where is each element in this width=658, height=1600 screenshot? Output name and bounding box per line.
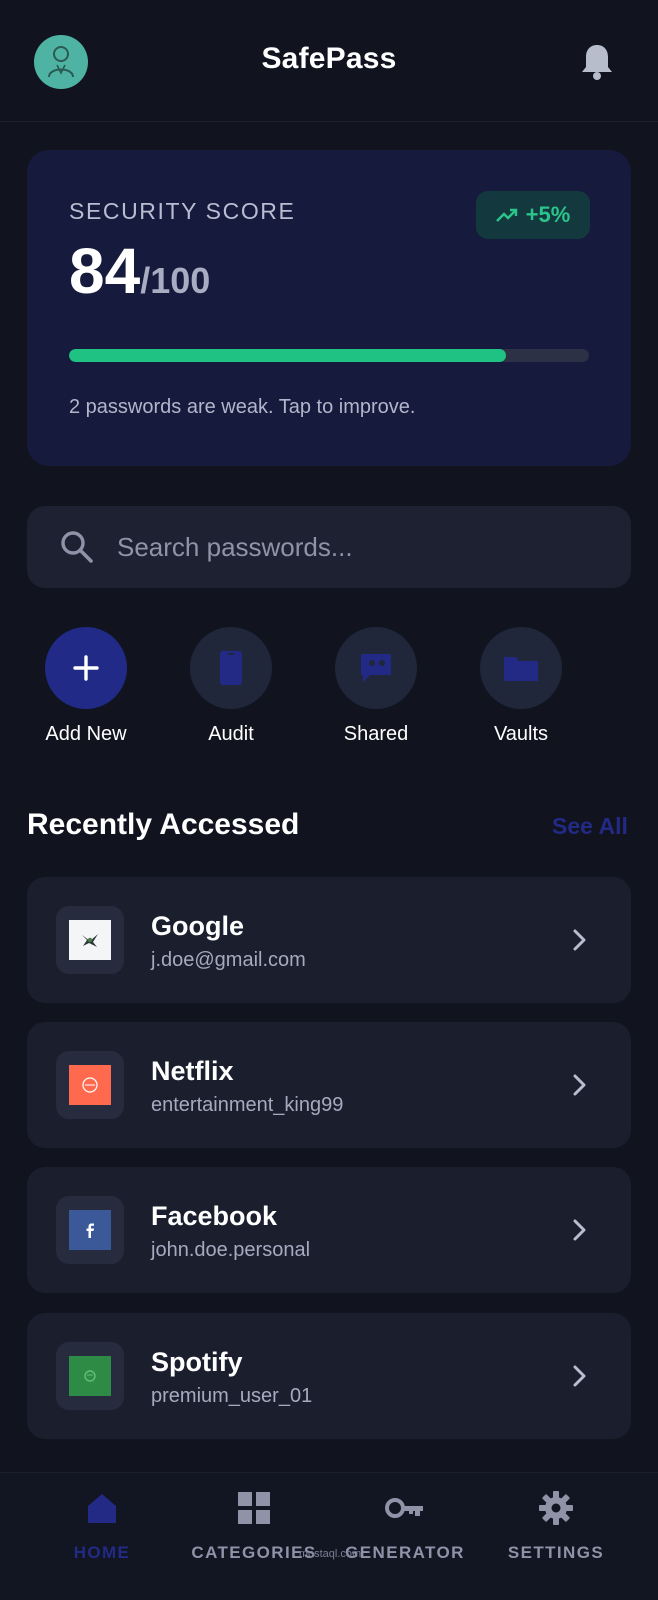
add-new-label: Add New [45,723,127,745]
score-number: 84 [69,235,141,307]
entry-username: entertainment_king99 [151,1094,344,1116]
password-entry-google[interactable]: Google j.doe@gmail.com [27,877,631,1003]
entry-username: john.doe.personal [151,1239,311,1261]
bell-icon[interactable] [580,42,614,80]
watermark: mostaql.com [298,1548,362,1560]
security-progress-bar [69,349,589,362]
netflix-mark-icon [82,1077,98,1093]
google-mark-icon [82,934,98,947]
security-score-card[interactable]: SECURITY SCORE 84/100 +5% 2 passwords ar… [27,150,631,466]
chevron-right-icon [573,1219,586,1241]
app-header: SafePass [0,0,658,122]
recently-accessed-title: Recently Accessed [27,808,300,841]
netflix-logo-tile [69,1065,111,1105]
trend-badge: +5% [476,191,590,239]
password-entry-facebook[interactable]: Facebook john.doe.personal [27,1167,631,1293]
shared-label: Shared [343,723,409,745]
vaults-action[interactable]: Vaults [451,627,591,746]
entry-username: j.doe@gmail.com [151,949,306,971]
home-icon [88,1494,116,1523]
search-icon [61,531,93,563]
entry-name: Facebook [151,1201,278,1231]
audit-label: Audit [208,723,254,745]
shared-button[interactable] [335,627,417,709]
grid-icon [238,1492,270,1524]
facebook-f-icon [86,1223,94,1238]
entry-username: premium_user_01 [151,1385,313,1407]
security-score-label: SECURITY SCORE [69,198,296,224]
folder-icon [504,657,538,681]
nav-home[interactable]: HOME [27,1491,177,1563]
facebook-logo [56,1196,124,1264]
spotify-mark-icon [84,1370,96,1382]
password-entry-netflix[interactable]: Netflix entertainment_king99 [27,1022,631,1148]
chevron-right-icon [573,929,586,951]
password-entry-spotify[interactable]: Spotify premium_user_01 [27,1313,631,1439]
search-input[interactable] [117,506,607,588]
search-bar[interactable] [27,506,631,588]
security-progress-fill [69,349,506,362]
score-max: /100 [140,260,211,301]
facebook-logo-tile [69,1210,111,1250]
entry-name: Netflix [151,1056,234,1086]
entry-name: Spotify [151,1347,243,1377]
chevron-right-icon [573,1074,586,1096]
shared-action[interactable]: Shared [306,627,446,746]
trend-value: +5% [525,202,571,227]
see-all-link[interactable]: See All [552,813,628,840]
app-title: SafePass [261,42,397,75]
security-hint[interactable]: 2 passwords are weak. Tap to improve. [69,396,415,419]
google-logo [56,906,124,974]
add-new-button[interactable] [45,627,127,709]
vaults-label: Vaults [493,723,549,745]
netflix-logo [56,1051,124,1119]
chevron-right-icon [573,1365,586,1387]
entry-name: Google [151,911,244,941]
audit-button[interactable] [190,627,272,709]
key-icon [385,1498,423,1518]
phone-lock-icon [220,651,242,685]
gear-icon [539,1491,573,1525]
nav-home-label: HOME [73,1543,131,1562]
trending-up-icon [495,208,517,222]
vaults-button[interactable] [480,627,562,709]
shared-chat-icon [361,654,391,682]
nav-settings[interactable]: SETTINGS [481,1491,631,1563]
bottom-navigation: HOME CATEGORIES GENERATOR SETTINGS [0,1472,658,1600]
google-logo-tile [69,920,111,960]
add-new-action[interactable]: Add New [16,627,156,746]
nav-settings-label: SETTINGS [507,1543,605,1562]
audit-action[interactable]: Audit [161,627,301,746]
security-score-value: 84/100 [69,234,210,308]
quick-actions: Add New Audit Shared Vaults [0,627,658,757]
spotify-logo-tile [69,1356,111,1396]
plus-icon [73,655,99,681]
spotify-logo [56,1342,124,1410]
